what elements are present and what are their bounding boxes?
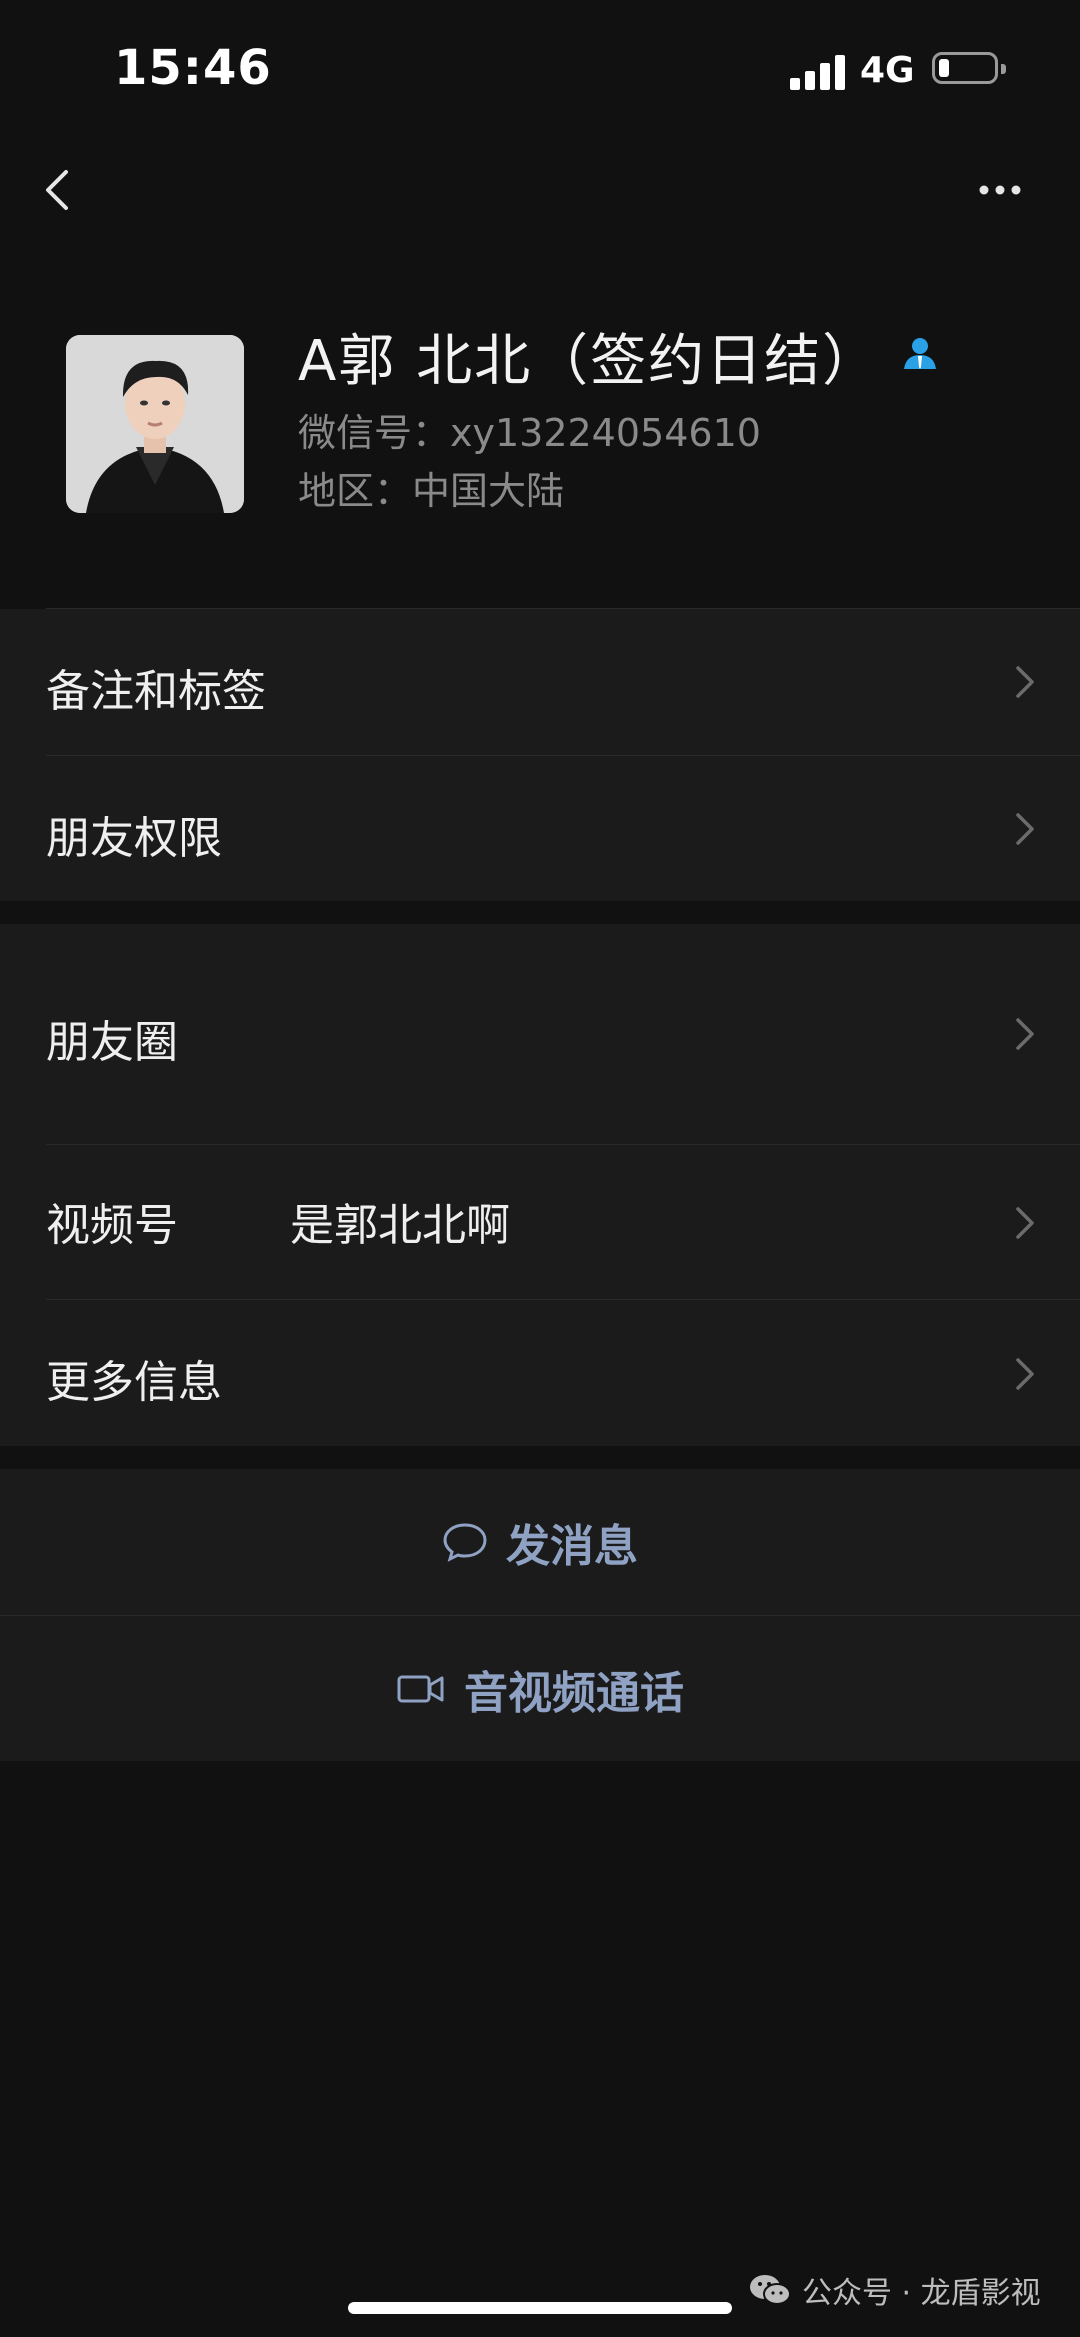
moments-label: 朋友圈 [46,1017,178,1068]
chat-bubble-icon [443,1523,487,1562]
back-button[interactable] [36,160,86,220]
contact-name: A郭 北北（签约日结） [298,329,881,394]
notes-tags-label: 备注和标签 [46,666,266,717]
status-time: 15:46 [114,40,272,96]
wechat-logo-icon [750,2275,791,2305]
chevron-right-icon [1016,666,1034,698]
network-type: 4G [860,50,915,91]
contact-settings-section: 备注和标签 朋友权限 [0,609,1080,901]
channels-value: 是郭北北啊 [290,1200,510,1251]
chevron-right-icon [1016,1358,1034,1390]
avatar-photo [66,335,244,513]
friend-permissions-row[interactable]: 朋友权限 [0,756,1080,901]
watermark: 公众号 · 龙盾影视 [748,2268,1041,2312]
person-badge-icon [900,333,940,373]
av-call-label: 音视频通话 [464,1667,684,1719]
battery-tip [1001,64,1006,74]
region: 地区：中国大陆 [298,469,565,513]
more-dots-icon [979,185,1021,195]
chevron-right-icon [1016,1207,1034,1239]
more-info-row[interactable]: 更多信息 [0,1300,1080,1446]
send-message-button[interactable]: 发消息 [0,1469,1080,1615]
channels-row[interactable]: 视频号 是郭北北啊 [0,1145,1080,1299]
watermark-text: 公众号 · 龙盾影视 [802,2276,1041,2311]
actions-section: 发消息 音视频通话 [0,1469,1080,1761]
avatar[interactable] [66,335,244,513]
contact-info-section: 朋友圈 视频号 是郭北北啊 更多信息 [0,924,1080,1446]
send-message-label: 发消息 [506,1521,638,1572]
chevron-right-icon [1016,813,1034,845]
signal-icon [790,54,846,90]
moments-row[interactable]: 朋友圈 [0,924,1080,1144]
friend-permissions-label: 朋友权限 [46,813,222,864]
more-options-button[interactable] [970,170,1030,210]
battery-icon [932,52,998,84]
wechat-id: 微信号：xy13224054610 [298,411,761,455]
notes-tags-row[interactable]: 备注和标签 [0,609,1080,755]
home-indicator [348,2302,732,2314]
channels-label: 视频号 [46,1200,178,1251]
chevron-left-icon [46,170,68,210]
battery-level [939,59,949,77]
av-call-button[interactable]: 音视频通话 [0,1616,1080,1761]
chevron-right-icon [1016,1018,1034,1050]
video-camera-icon [397,1675,444,1702]
more-info-label: 更多信息 [46,1357,222,1408]
